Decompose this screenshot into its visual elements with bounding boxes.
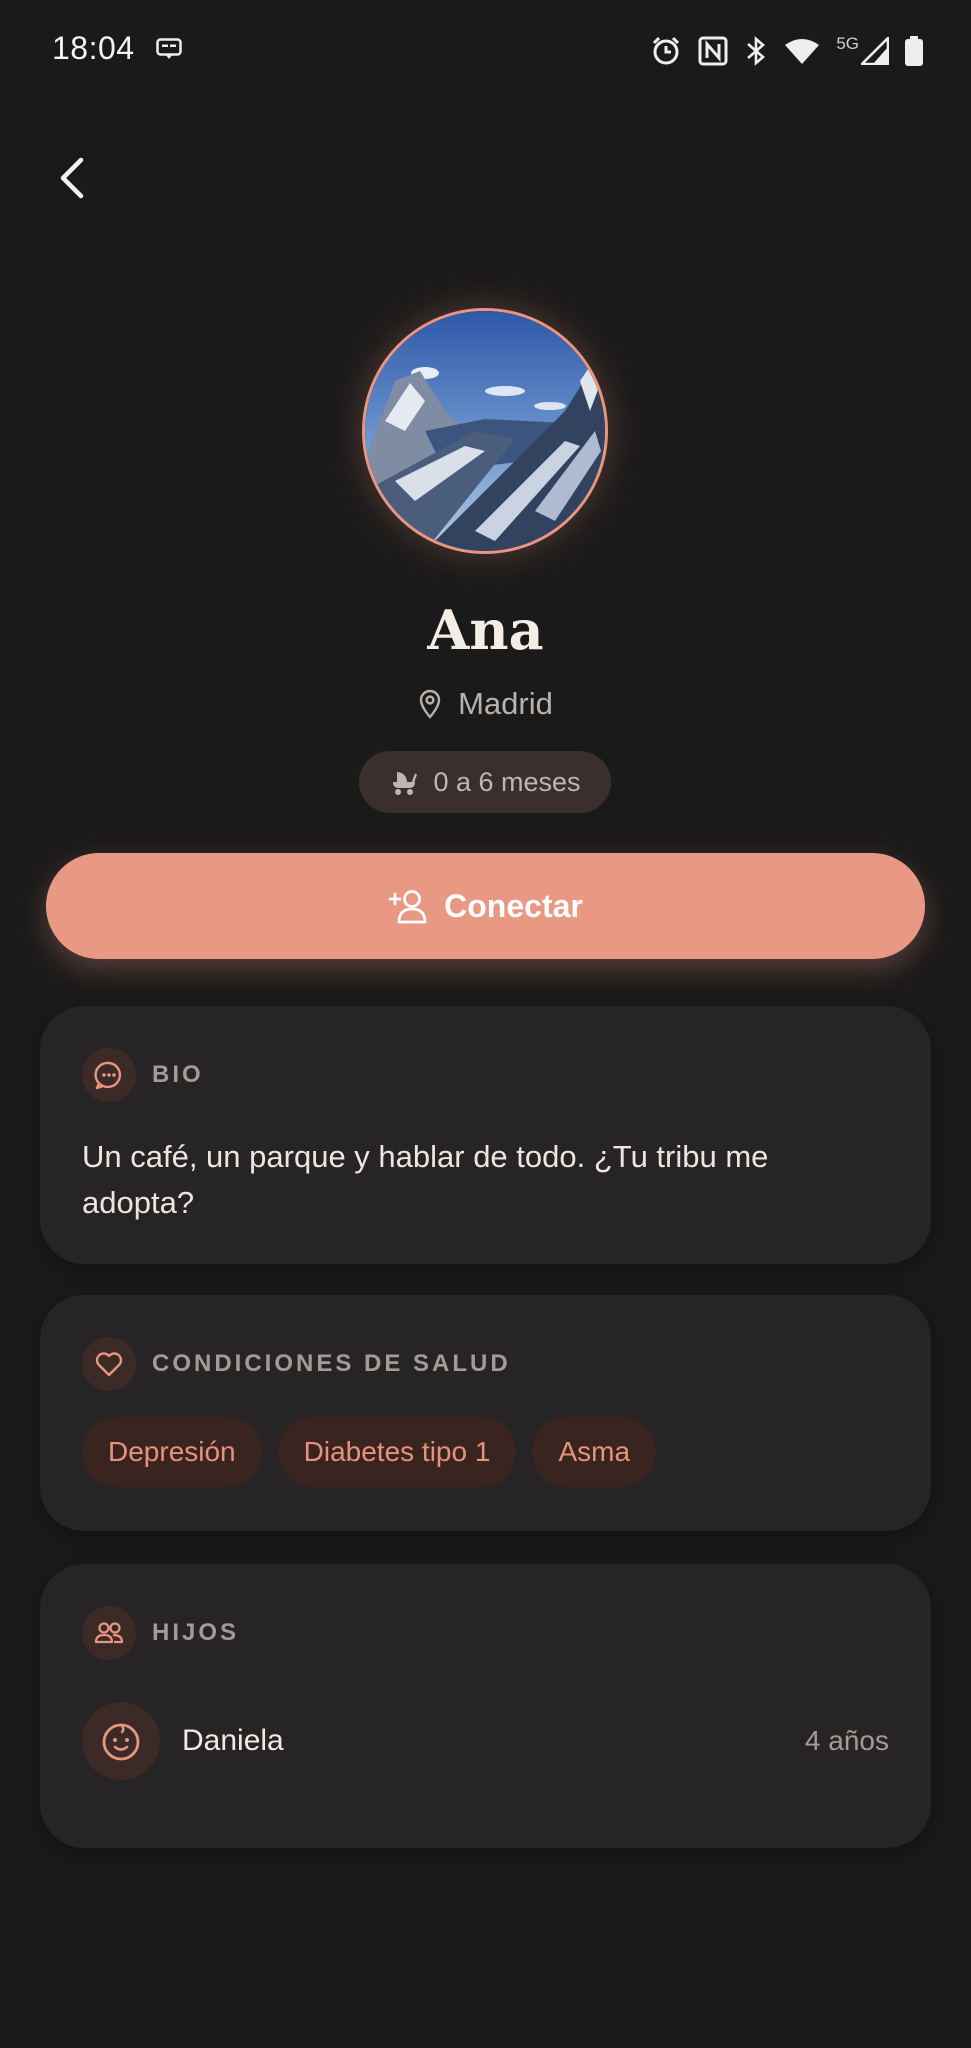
profile-avatar <box>362 308 608 554</box>
bio-text: Un café, un parque y hablar de todo. ¿Tu… <box>82 1139 769 1220</box>
status-time: 18:04 <box>52 30 135 66</box>
location-pin-icon <box>419 689 441 719</box>
bio-title: BIO <box>152 1061 204 1088</box>
back-chevron-icon <box>60 157 84 199</box>
health-conditions-card: CONDICIONES DE SALUD Depresión Diabetes … <box>40 1295 931 1531</box>
baby-age-text: 0 a 6 meses <box>433 766 581 797</box>
network-type-label: 5G <box>836 34 859 53</box>
baby-face-icon <box>102 1723 140 1761</box>
bio-icon-badge <box>82 1048 136 1102</box>
avatar-mountain-photo <box>365 311 605 551</box>
condition-chip: Depresión <box>82 1417 262 1487</box>
health-conditions-list: Depresión Diabetes tipo 1 Asma <box>82 1417 657 1487</box>
nfc-icon <box>698 36 728 66</box>
signal-icon <box>861 37 889 65</box>
stroller-icon <box>393 772 418 795</box>
child-age: 4 años <box>804 1725 889 1756</box>
heart-icon <box>95 1352 123 1377</box>
profile-location: Madrid <box>0 686 971 722</box>
baby-age-badge: 0 a 6 meses <box>359 751 611 813</box>
child-avatar <box>82 1702 160 1780</box>
location-text: Madrid <box>458 686 553 721</box>
back-button[interactable] <box>50 150 94 206</box>
battery-icon <box>905 36 923 66</box>
condition-chip: Asma <box>532 1417 657 1487</box>
children-icon-badge <box>82 1606 136 1660</box>
wifi-icon <box>785 39 820 64</box>
alarm-icon <box>653 36 680 65</box>
message-notification-icon <box>156 38 182 59</box>
chat-bubble-icon <box>94 1061 122 1090</box>
profile-name: Ana <box>427 598 544 662</box>
condition-chip: Diabetes tipo 1 <box>277 1417 517 1487</box>
health-icon-badge <box>82 1337 136 1391</box>
people-icon <box>94 1622 124 1644</box>
child-row: Daniela 4 años <box>82 1702 889 1780</box>
bluetooth-icon <box>747 36 766 66</box>
health-title: CONDICIONES DE SALUD <box>152 1350 511 1377</box>
connect-label: Conectar <box>444 887 583 924</box>
children-card: HIJOS Daniela 4 años <box>40 1564 931 1848</box>
children-title: HIJOS <box>152 1619 240 1646</box>
bio-card: BIO Un café, un parque y hablar de todo.… <box>40 1006 931 1264</box>
status-icons: 5G <box>650 33 923 69</box>
add-user-icon <box>388 890 427 924</box>
connect-button[interactable]: Conectar <box>46 853 925 959</box>
child-name: Daniela <box>182 1724 284 1757</box>
